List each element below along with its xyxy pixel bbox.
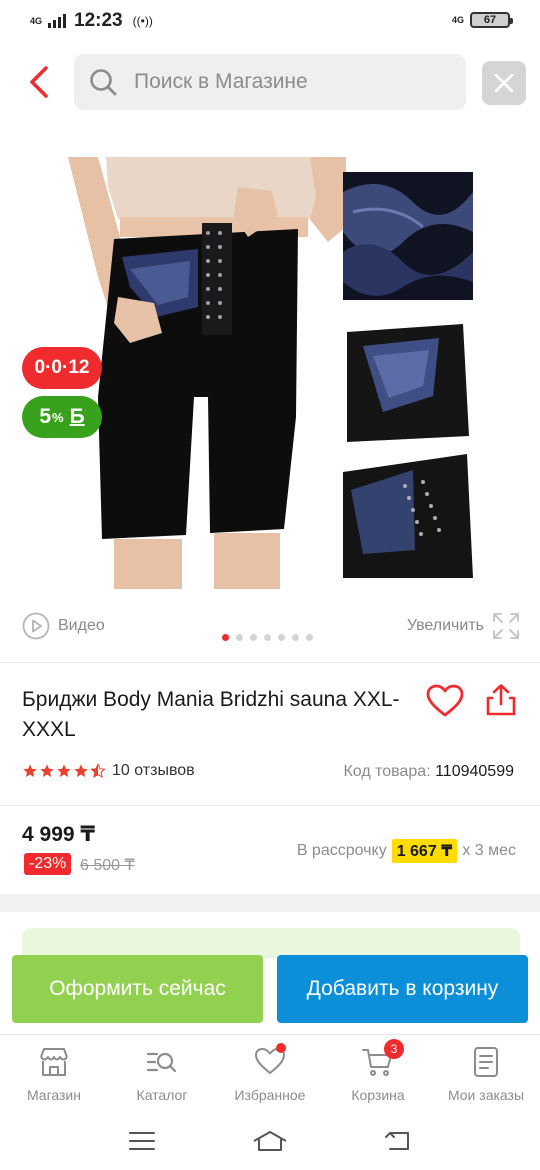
cart-count-badge: 3 [384,1039,404,1059]
slide-indicator [222,634,313,641]
back-button[interactable] [24,62,58,102]
signal-icon [48,14,67,28]
slide-dot [292,634,299,641]
tab-catalog[interactable]: Каталог [108,1035,216,1112]
video-button[interactable]: Видео [22,612,105,640]
hotspot-icon: ((•)) [132,14,153,28]
buy-now-button[interactable]: Оформить сейчас [12,955,263,1023]
installment-label: В рассрочку [296,842,387,859]
zoom-button[interactable]: Увеличить [407,612,520,640]
battery-icon: 67 [470,12,513,28]
tab-store[interactable]: Магазин [0,1035,108,1112]
slide-dot [236,634,243,641]
tab-label: Магазин [26,1087,81,1103]
search-icon [90,69,117,96]
product-title: Бриджи Body Mania Bridzhi sauna XXL-XXXL [22,688,400,741]
favorites-indicator [276,1043,286,1053]
slide-dot [306,634,313,641]
back-nav-icon[interactable] [384,1129,412,1153]
bonus-badge: 5% Б [22,396,102,438]
installment-info[interactable]: В рассрочку 1 667 ₸ x 3 мес [297,839,516,863]
star-icon [57,764,71,777]
tab-label: Избранное [234,1087,306,1103]
product-code-label: Код товара: [343,763,431,780]
tab-label: Корзина [351,1087,405,1103]
slide-dot [222,634,229,641]
expand-icon [493,613,519,639]
star-icon [23,764,37,777]
discount-badge: -23% [24,853,72,875]
catalog-icon [146,1052,177,1073]
tab-cart[interactable]: 3 Корзина [324,1035,432,1112]
status-bar: 4G 12:23 ((•)) 4G 67 [0,0,540,42]
zoom-label: Увеличить [406,617,484,634]
search-placeholder: Поиск в Магазине [134,70,308,93]
close-button[interactable] [482,61,526,105]
network-type-right: 4G [451,15,464,25]
fabric-photo [343,172,473,300]
bonus-percent: % [52,409,64,425]
section-separator [0,894,540,912]
system-nav-bar [0,1112,540,1170]
bottom-tab-bar: Магазин Каталог Избранное 3 Корзина Мои … [0,1034,540,1112]
tab-favorites[interactable]: Избранное [216,1035,324,1112]
installment-badge: 0·0·12 [22,347,102,389]
favorite-button[interactable] [426,684,464,723]
installment-amount: 1 667 ₸ [391,839,458,863]
bonus-currency: Б [69,405,85,428]
status-time: 12:23 [74,10,123,31]
star-icon [40,764,54,777]
tab-label: Каталог [136,1087,188,1103]
slide-dot [250,634,257,641]
tab-orders[interactable]: Мои заказы [432,1035,540,1112]
waistband-photo [343,316,473,442]
store-icon [40,1048,68,1076]
bonus-value: 5 [39,405,52,428]
divider [0,805,540,806]
rating-stars [22,763,106,779]
heart-icon [426,684,464,717]
reviews-count: 10 отзывов [112,762,195,779]
product-code: Код товара: 110940599 [343,763,514,781]
play-icon [22,612,50,640]
old-price: 6 500 ₸ [80,857,135,874]
home-icon[interactable] [252,1129,288,1153]
installment-term: x 3 мес [462,842,516,859]
current-price: 4 999 ₸ [22,823,95,846]
add-to-cart-button[interactable]: Добавить в корзину [277,955,528,1023]
share-icon [486,684,516,716]
share-button[interactable] [484,683,518,722]
promo-banner[interactable] [22,928,520,958]
gallery-thumb-3[interactable] [343,450,473,578]
product-code-value: 110940599 [435,763,514,780]
slide-dot [264,634,271,641]
close-icon [494,73,514,93]
search-input[interactable]: Поиск в Магазине [74,54,466,110]
divider [0,662,540,663]
slide-dot [278,634,285,641]
gallery-thumb-2[interactable] [343,316,473,442]
video-label: Видео [58,617,105,634]
orders-icon [474,1047,498,1077]
star-half-icon [90,763,106,779]
menu-icon[interactable] [128,1130,156,1152]
star-icon [74,764,88,777]
gallery-thumb-1[interactable] [343,172,473,300]
chevron-left-icon [30,66,48,98]
battery-level: 67 [483,14,497,26]
hooks-photo [343,450,473,578]
tab-label: Мои заказы [447,1087,525,1103]
rating[interactable]: 10 отзывов [22,762,195,780]
network-type: 4G [30,16,43,26]
